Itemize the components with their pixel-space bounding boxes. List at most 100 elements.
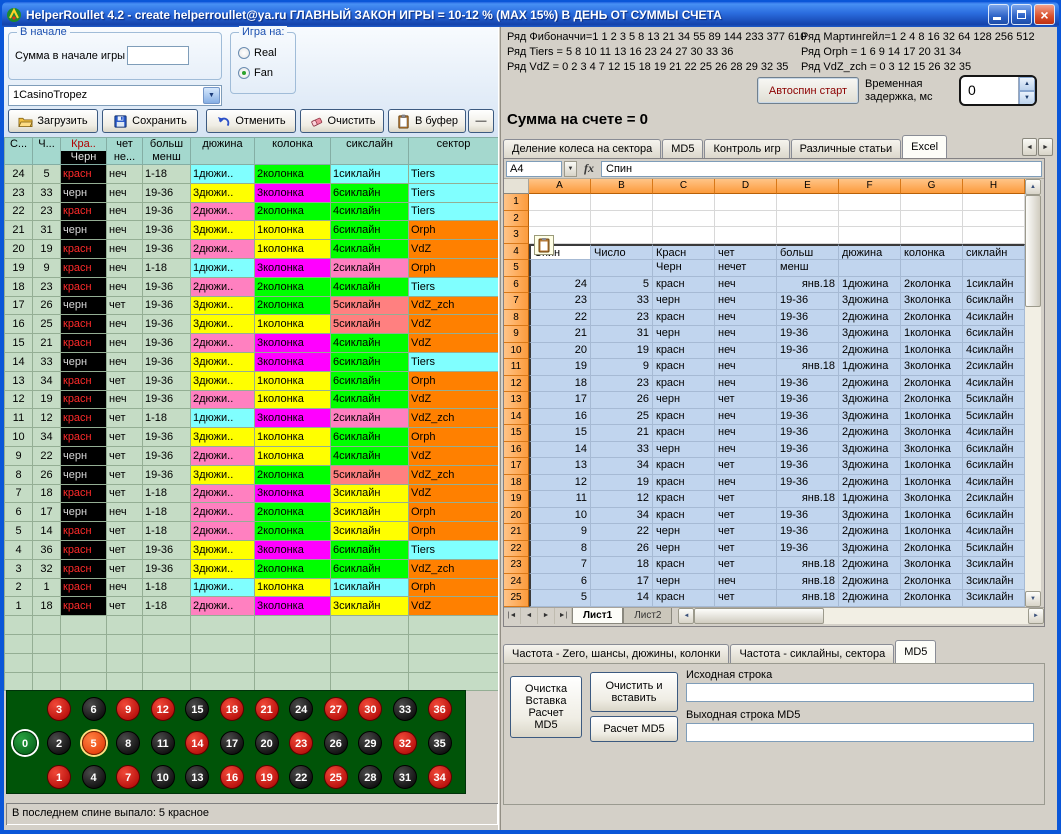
cell-B20[interactable]: 34 [591,508,653,525]
maximize-button[interactable] [1011,4,1032,25]
cell-E20[interactable]: 19-36 [777,508,839,525]
roulette-number-3[interactable]: 3 [47,697,71,721]
cell-B3[interactable] [591,227,653,244]
tab-freq-sixlines[interactable]: Частота - сиклайны, сектора [730,644,894,663]
cell-A24[interactable]: 6 [529,574,591,591]
excel-row-header-20[interactable]: 20 [504,508,529,525]
cell-B21[interactable]: 22 [591,524,653,541]
vscroll-thumb[interactable] [1025,195,1041,307]
cell-B8[interactable]: 23 [591,310,653,327]
cell-F21[interactable]: 2дюжина [839,524,901,541]
cell-F24[interactable]: 2дюжина [839,574,901,591]
roulette-number-19[interactable]: 19 [255,765,279,789]
cell-E17[interactable]: 19-36 [777,458,839,475]
cell-F2[interactable] [839,211,901,228]
cell-H4[interactable]: сиклайн [963,244,1025,261]
spin-row-3[interactable]: 332краснчет19-363дюжи..2колонка6сиклайнV… [5,559,499,578]
cell-A16[interactable]: 14 [529,442,591,459]
tab-md5[interactable]: MD5 [662,139,703,158]
excel-row-header-2[interactable]: 2 [504,211,529,228]
casino-select[interactable]: 1CasinoTropez ▼ [8,85,222,106]
cell-B25[interactable]: 14 [591,590,653,607]
cell-C4[interactable]: Красн [653,244,715,261]
cell-A12[interactable]: 18 [529,376,591,393]
roulette-number-26[interactable]: 26 [324,731,348,755]
cell-D6[interactable]: неч [715,277,777,294]
roulette-number-34[interactable]: 34 [428,765,452,789]
md5-clear-insert-button[interactable]: Очистить и вставить [590,672,678,712]
cell-E3[interactable] [777,227,839,244]
excel-column-A[interactable]: A [529,179,591,194]
cell-B11[interactable]: 9 [591,359,653,376]
roulette-number-22[interactable]: 22 [289,765,313,789]
excel-row-header-19[interactable]: 19 [504,491,529,508]
excel-row-header-25[interactable]: 25 [504,590,529,607]
spin-row-23[interactable]: 2333черннеч19-363дюжи..3колонка6сиклайнT… [5,183,499,202]
excel-column-D[interactable]: D [715,179,777,194]
spin-row-2[interactable]: 21красннеч1-181дюжи..1колонка1сиклайнOrp… [5,578,499,597]
cell-G18[interactable]: 1колонка [901,475,963,492]
clear-button[interactable]: Очистить [300,109,384,133]
cell-F11[interactable]: 1дюжина [839,359,901,376]
roulette-number-24[interactable]: 24 [289,697,313,721]
roulette-number-27[interactable]: 27 [324,697,348,721]
delay-spinner[interactable]: 0 ▲ ▼ [959,75,1037,106]
cell-F7[interactable]: 3дюжина [839,293,901,310]
excel-column-G[interactable]: G [901,179,963,194]
roulette-number-17[interactable]: 17 [220,731,244,755]
md5-output-input[interactable] [686,723,1034,742]
roulette-number-18[interactable]: 18 [220,697,244,721]
excel-row-header-1[interactable]: 1 [504,194,529,211]
cell-B4[interactable]: Число [591,244,653,261]
cell-H6[interactable]: 1сиклайн [963,277,1025,294]
cell-E15[interactable]: 19-36 [777,425,839,442]
excel-column-E[interactable]: E [777,179,839,194]
cell-D7[interactable]: неч [715,293,777,310]
spin-up-icon[interactable]: ▲ [1019,77,1035,91]
cell-F1[interactable] [839,194,901,211]
cell-C7[interactable]: черн [653,293,715,310]
close-button[interactable]: × [1034,4,1055,25]
cell-E13[interactable]: 19-36 [777,392,839,409]
cell-H10[interactable]: 4сиклайн [963,343,1025,360]
cell-H11[interactable]: 2сиклайн [963,359,1025,376]
tab-scroll-right-icon[interactable]: ► [1038,138,1053,156]
cell-H1[interactable] [963,194,1025,211]
cell-E16[interactable]: 19-36 [777,442,839,459]
cell-A17[interactable]: 13 [529,458,591,475]
cell-C23[interactable]: красн [653,557,715,574]
cell-D16[interactable]: неч [715,442,777,459]
cell-A22[interactable]: 8 [529,541,591,558]
excel-row-header-24[interactable]: 24 [504,574,529,591]
cell-F4[interactable]: дюжина [839,244,901,261]
cell-H17[interactable]: 6сиклайн [963,458,1025,475]
spin-row-17[interactable]: 1726чернчет19-363дюжи..2колонка5сиклайнV… [5,296,499,315]
cell-C6[interactable]: красн [653,277,715,294]
cell-E19[interactable]: янв.18 [777,491,839,508]
excel-row-header-17[interactable]: 17 [504,458,529,475]
cell-G22[interactable]: 2колонка [901,541,963,558]
spin-row-8[interactable]: 826чернчет19-363дюжи..2колонка5сиклайнVd… [5,465,499,484]
cell-A19[interactable]: 11 [529,491,591,508]
cell-H24[interactable]: 3сиклайн [963,574,1025,591]
delay-value[interactable]: 0 [961,77,1018,104]
name-box-dropdown-icon[interactable]: ▼ [564,161,577,177]
roulette-number-15[interactable]: 15 [185,697,209,721]
hscroll-thumb[interactable] [694,608,824,624]
cell-A7[interactable]: 23 [529,293,591,310]
cell-C14[interactable]: красн [653,409,715,426]
excel-row-header-9[interactable]: 9 [504,326,529,343]
cell-D14[interactable]: неч [715,409,777,426]
cell-H3[interactable] [963,227,1025,244]
cell-B12[interactable]: 23 [591,376,653,393]
cell-H14[interactable]: 5сиклайн [963,409,1025,426]
cell-H15[interactable]: 4сиклайн [963,425,1025,442]
cell-H7[interactable]: 6сиклайн [963,293,1025,310]
cell-D19[interactable]: чет [715,491,777,508]
spin-row-1[interactable]: 118краснчет1-182дюжи..3колонка3сиклайнVd… [5,597,499,616]
roulette-number-6[interactable]: 6 [82,697,106,721]
cell-C8[interactable]: красн [653,310,715,327]
cell-E6[interactable]: янв.18 [777,277,839,294]
cell-G20[interactable]: 1колонка [901,508,963,525]
spin-row-24[interactable]: 245красннеч1-181дюжи..2колонка1сиклайнTi… [5,165,499,184]
